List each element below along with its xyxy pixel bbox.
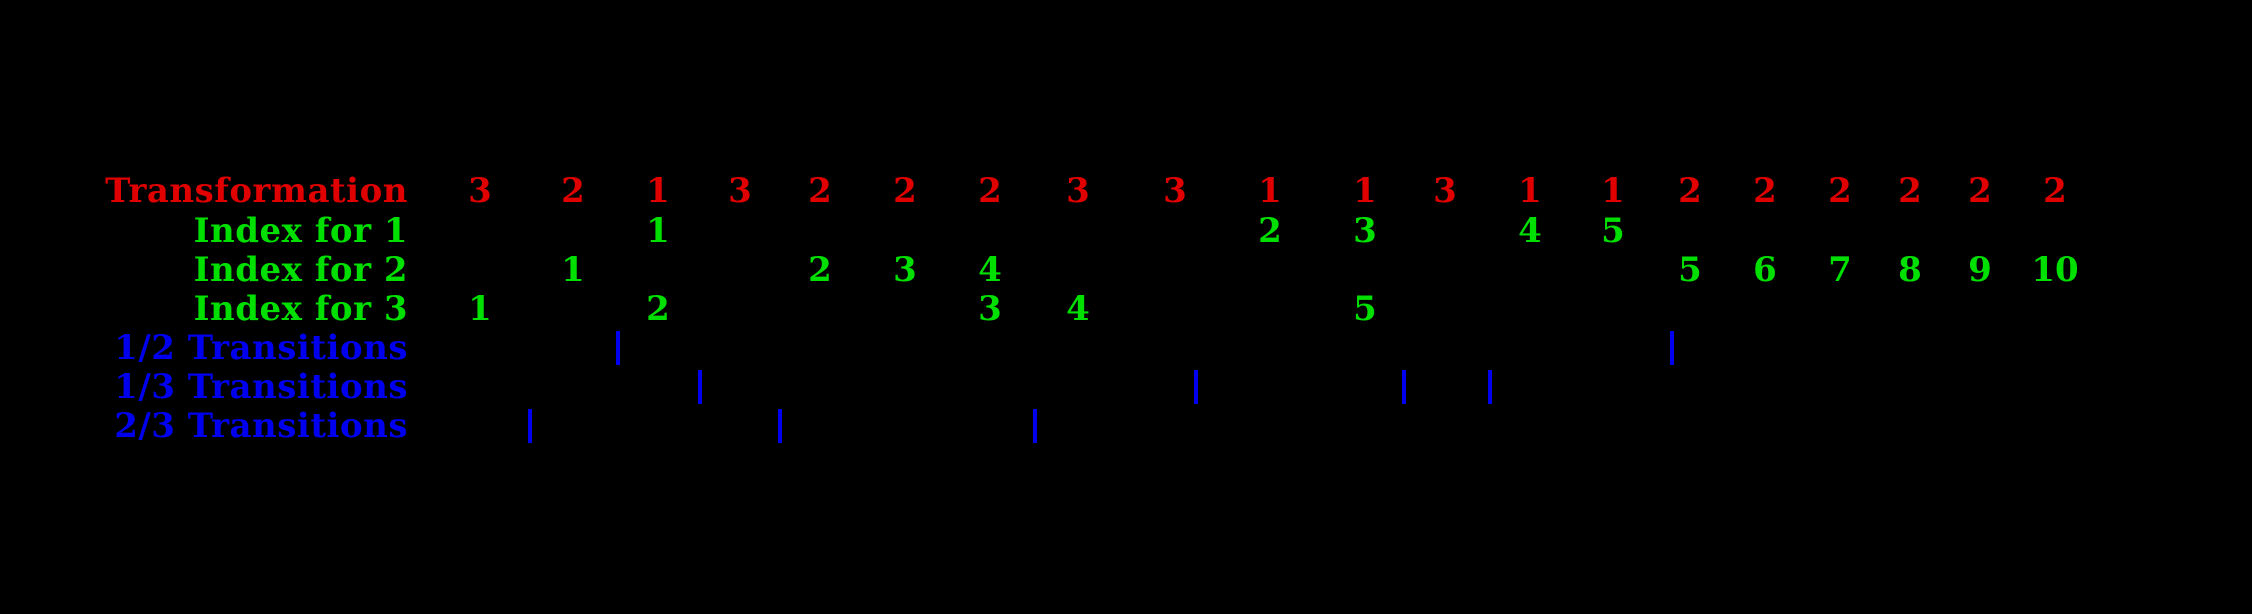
row-transitions-2-3: 2/3 Transitions (0, 403, 2252, 449)
transition-tick-icon (616, 331, 620, 365)
diagram-canvas: Transformation 32132223311311222222 Inde… (0, 0, 2252, 614)
row-label-transitions-2-3: 2/3 Transitions (114, 406, 408, 446)
transition-tick-icon (1488, 370, 1492, 404)
transition-tick-icon (1033, 409, 1037, 443)
transition-tick-icon (528, 409, 532, 443)
transition-tick-icon (1402, 370, 1406, 404)
transition-tick-icon (698, 370, 702, 404)
transition-tick-icon (1670, 331, 1674, 365)
transition-tick-icon (1194, 370, 1198, 404)
transition-tick-icon (778, 409, 782, 443)
